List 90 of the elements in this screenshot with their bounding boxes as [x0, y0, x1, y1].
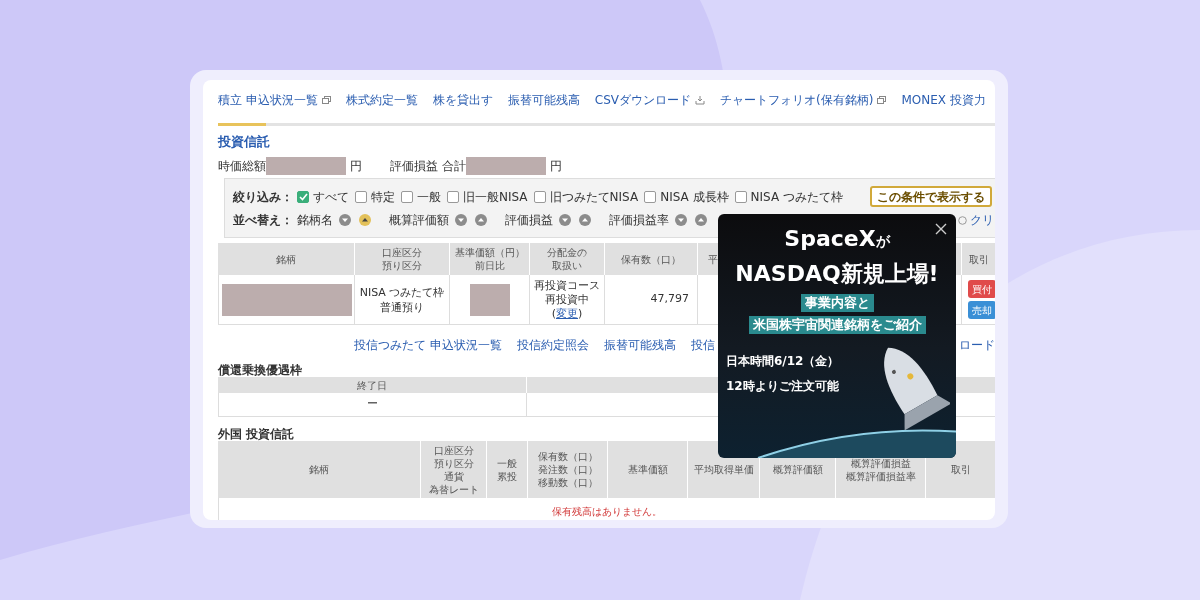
- column-header: 概算評価損益: [850, 456, 911, 470]
- nav-tab[interactable]: チャートフォリオ(保有銘柄): [720, 80, 887, 126]
- sort-ascending-button[interactable]: [359, 214, 371, 226]
- column-header: 銘柄: [276, 252, 296, 266]
- total-label: 評価損益 合計: [390, 158, 466, 175]
- ad-headline: SpaceXが: [784, 225, 890, 253]
- circle-icon: [958, 215, 967, 225]
- ad-highlight: 米国株宇宙関連銘柄をご紹介: [748, 316, 926, 334]
- table-cell: 普通預り: [380, 299, 424, 315]
- column-header: 預り区分: [382, 259, 422, 272]
- change-link[interactable]: 変更: [556, 306, 578, 320]
- filter-checkbox[interactable]: すべて: [297, 187, 349, 206]
- sort-descending-button[interactable]: [455, 214, 467, 226]
- nav-tab[interactable]: 株式約定一覧: [345, 80, 418, 126]
- column-header: 概算評価額: [772, 463, 823, 476]
- column-header: 銘柄: [309, 463, 329, 476]
- filter-label: 絞り込み：: [233, 188, 294, 206]
- total-label: 時価総額: [218, 158, 266, 175]
- empty-message: 保有残高はありません。: [552, 505, 662, 519]
- download-icon: [695, 95, 706, 105]
- ad-headline: NASDAQ新規上場!: [735, 260, 939, 288]
- buy-button[interactable]: 買付: [968, 280, 995, 298]
- column-header: 取扱い: [552, 259, 582, 272]
- column-header: 概算評価損益率: [845, 469, 916, 483]
- column-header: 取引: [950, 463, 971, 476]
- fund-link[interactable]: 振替可能残高: [603, 336, 676, 354]
- column-header: 平均取得単価: [693, 463, 754, 476]
- column-header: 基準価額: [627, 463, 668, 476]
- currency-unit: 円: [350, 158, 362, 175]
- column-header: 保有数（口）: [621, 252, 681, 266]
- fund-link[interactable]: 投信約定照会: [516, 336, 589, 354]
- filter-checkbox[interactable]: 旧つみたてNISA: [533, 187, 639, 206]
- table-cell: 再投資中: [545, 292, 589, 307]
- close-button[interactable]: [934, 222, 948, 236]
- apply-filter-button[interactable]: この条件で表示する: [870, 186, 992, 207]
- filter-checkbox[interactable]: NISA 成長枠: [644, 187, 729, 206]
- column-header: 前日比: [474, 259, 505, 272]
- table-cell: 再投資コース: [534, 278, 600, 293]
- filter-checkbox[interactable]: 一般: [401, 187, 441, 206]
- column-header: 移動数（口）: [537, 476, 598, 489]
- new-window-icon: [321, 96, 331, 104]
- currency-unit: 円: [549, 158, 562, 175]
- column-header: 通貨: [443, 469, 464, 483]
- column-header: 一般: [497, 456, 517, 470]
- sort-field-label: 評価損益率: [609, 212, 669, 229]
- table-cell: NISA つみたて枠: [359, 284, 445, 300]
- ad-highlight: 事業内容と: [800, 294, 874, 312]
- column-header: 終了日: [218, 377, 527, 393]
- sort-descending-button[interactable]: [559, 214, 571, 226]
- fund-link[interactable]: 投信つみたて 申込状況一覧: [354, 336, 502, 354]
- column-header: 口座区分: [382, 246, 422, 259]
- column-header: 口座区分: [433, 443, 474, 457]
- checkmark-icon: [298, 192, 308, 201]
- column-header: 為替レート: [428, 482, 479, 496]
- section-heading: 外国 投資信託: [218, 426, 295, 441]
- nav-tab[interactable]: 積立 申込状況一覧: [218, 80, 331, 126]
- ad-date-text: 12時よりご注文可能: [726, 378, 840, 395]
- filter-checkbox[interactable]: 特定: [355, 187, 395, 206]
- column-header: 分配金の: [547, 246, 587, 259]
- column-header: 預り区分: [433, 456, 474, 470]
- sort-field-label: 概算評価額: [389, 212, 449, 229]
- close-icon: [934, 222, 948, 236]
- sort-descending-button[interactable]: [339, 214, 351, 226]
- change-text: (変更): [551, 306, 583, 321]
- table-cell: 47,797: [650, 291, 689, 308]
- nav-tab[interactable]: 株を貸出す: [432, 80, 493, 126]
- table-cell: ー: [219, 393, 527, 416]
- column-header: 発注数（口）: [537, 463, 598, 476]
- column-header: 取引: [968, 252, 989, 266]
- clear-sort-link[interactable]: クリ: [958, 211, 994, 229]
- column-header: 保有数（口）: [537, 450, 598, 463]
- filter-checkbox[interactable]: NISA つみたて枠: [734, 187, 843, 206]
- sort-field-label: 評価損益: [505, 212, 553, 229]
- filter-checkbox[interactable]: 旧一般NISA: [447, 187, 528, 206]
- sort-descending-button[interactable]: [675, 214, 687, 226]
- ad-date-text: 日本時間6/12（金）: [726, 353, 840, 370]
- sort-field-label: 銘柄名: [297, 212, 333, 229]
- nav-tab[interactable]: CSVダウンロード: [594, 80, 706, 126]
- column-header: 累投: [497, 469, 517, 483]
- column-header: 基準価額（円）: [454, 246, 525, 259]
- section-heading: 償還乗換優遇枠: [218, 362, 302, 377]
- nav-tab[interactable]: 振替可能残高: [507, 80, 580, 126]
- nav-tab[interactable]: MONEX 投資力: [901, 80, 986, 126]
- fund-link[interactable]: 投信: [690, 336, 715, 354]
- section-title: 投資信託: [218, 133, 271, 148]
- new-window-icon: [877, 96, 887, 104]
- redacted-block: [469, 283, 510, 316]
- column-header: 平: [708, 252, 718, 266]
- sort-label: 並べ替え：: [233, 212, 294, 229]
- fund-link[interactable]: ロード: [959, 336, 995, 354]
